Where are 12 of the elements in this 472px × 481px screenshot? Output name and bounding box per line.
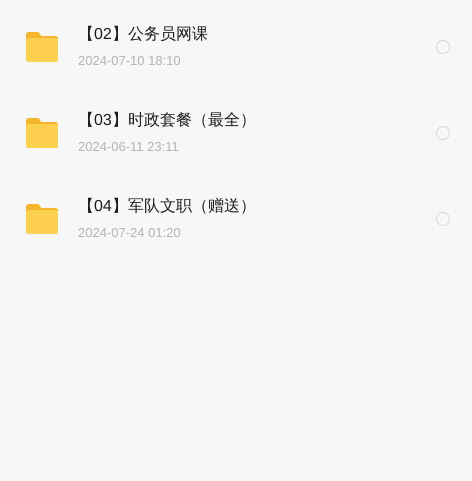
- folder-name: 【02】公务员网课: [78, 24, 209, 45]
- modified-date: 2024-07-10 18:10: [78, 53, 182, 68]
- select-radio[interactable]: [436, 212, 450, 226]
- folder-icon: [24, 203, 60, 235]
- folder-name: 【04】军队文职（赠送）: [78, 196, 257, 217]
- folder-icon: [24, 117, 60, 149]
- folder-icon: [24, 31, 60, 63]
- select-radio[interactable]: [436, 126, 450, 140]
- modified-date: 2024-07-24 01:20: [78, 225, 182, 240]
- modified-date: 2024-06-11 23:11: [78, 139, 180, 154]
- folder-name: 【03】时政套餐（最全）: [78, 110, 257, 131]
- select-radio[interactable]: [436, 40, 450, 54]
